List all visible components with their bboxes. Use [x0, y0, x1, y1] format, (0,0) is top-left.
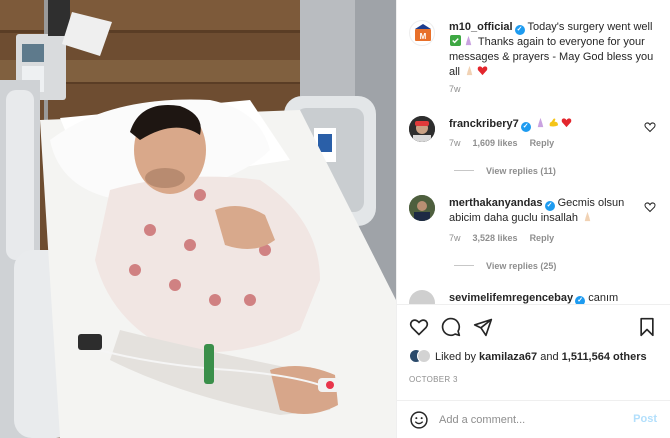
- post-comment-button[interactable]: Post: [633, 413, 657, 425]
- liker-username[interactable]: kamilaza67: [479, 351, 537, 363]
- commenter-avatar[interactable]: [409, 116, 435, 142]
- heart-icon[interactable]: [409, 317, 429, 337]
- reply-button[interactable]: Reply: [530, 138, 555, 148]
- verified-icon: ✓: [544, 201, 555, 211]
- comment-like-heart-icon[interactable]: [644, 201, 656, 213]
- verified-icon: ✓: [514, 25, 525, 35]
- check-mark-emoji-icon: [450, 35, 461, 46]
- comment-likes[interactable]: 3,528 likes: [473, 233, 518, 243]
- comment-meta: 7w 1,609 likes Reply: [449, 138, 566, 148]
- hospital-photo: [0, 0, 396, 438]
- red-heart-emoji-icon: [477, 66, 488, 76]
- emoji-icon[interactable]: [409, 410, 429, 430]
- likes-middle: and: [540, 351, 559, 363]
- bookmark-icon[interactable]: [637, 317, 657, 337]
- post-photo[interactable]: [0, 0, 396, 438]
- verified-icon: ✓: [575, 296, 586, 304]
- likes-prefix: Liked by: [435, 351, 476, 363]
- comment-likes[interactable]: 1,609 likes: [473, 138, 518, 148]
- likes-summary: Liked by kamilaza67 and 1,511,564 others: [409, 349, 647, 363]
- comment: franckribery7 ✓: [449, 117, 654, 132]
- praying-hands-emoji-icon: [465, 35, 472, 46]
- comment-input[interactable]: [439, 411, 619, 429]
- praying-hands-emoji-icon: [466, 65, 473, 76]
- avatar-photo: [409, 116, 435, 142]
- author-avatar[interactable]: M: [409, 20, 435, 46]
- avatar-photo: [409, 195, 435, 221]
- m10-logo-icon: M: [415, 24, 431, 41]
- comment-timestamp[interactable]: 7w: [449, 138, 461, 148]
- commenter-username[interactable]: merthakanyandas: [449, 197, 543, 209]
- commenter-username[interactable]: sevimelifemregencebay: [449, 292, 573, 304]
- post-date[interactable]: OCTOBER 3: [409, 375, 458, 384]
- commenter-avatar[interactable]: [409, 195, 435, 221]
- add-comment-bar: Post: [397, 400, 670, 438]
- share-icon[interactable]: [473, 317, 493, 337]
- post-caption: m10_official ✓ Today's surgery went well …: [449, 20, 657, 80]
- post-actions: Liked by kamilaza67 and 1,511,564 others…: [397, 304, 670, 404]
- comment: merthakanyandas ✓ Gecmis olsun abicim dah…: [449, 196, 654, 226]
- liker-avatar: [417, 349, 431, 363]
- likes-count[interactable]: 1,511,564 others: [562, 351, 647, 363]
- comment: sevimelifemregencebay ✓ canım: [449, 291, 654, 304]
- caption-text: Today's surgery went well: [527, 21, 653, 33]
- replies-divider: [454, 265, 474, 266]
- view-replies-button[interactable]: View replies (25): [454, 261, 556, 271]
- caption-timestamp[interactable]: 7w: [449, 84, 461, 94]
- view-replies-button[interactable]: View replies (11): [454, 166, 556, 176]
- red-heart-emoji-icon: [561, 118, 572, 128]
- commenter-username[interactable]: franckribery7: [449, 118, 519, 130]
- replies-divider: [454, 170, 474, 171]
- svg-text:M: M: [420, 32, 427, 41]
- comment-text: canım: [588, 292, 619, 304]
- view-replies-label: View replies (11): [486, 166, 556, 176]
- view-replies-label: View replies (25): [486, 261, 557, 271]
- post-side-panel: M m10_official ✓ Today's surgery went wel…: [396, 0, 670, 438]
- comment-meta: 7w 3,528 likes Reply: [449, 233, 566, 243]
- flexed-biceps-emoji-icon: [549, 118, 558, 127]
- praying-hands-emoji-icon: [584, 211, 591, 222]
- comment-timestamp[interactable]: 7w: [449, 233, 461, 243]
- author-username[interactable]: m10_official: [449, 21, 513, 33]
- verified-icon: ✓: [520, 122, 531, 132]
- comment-icon[interactable]: [441, 317, 461, 337]
- reply-button[interactable]: Reply: [530, 233, 555, 243]
- praying-hands-emoji-icon: [537, 117, 544, 128]
- comment-like-heart-icon[interactable]: [644, 121, 656, 133]
